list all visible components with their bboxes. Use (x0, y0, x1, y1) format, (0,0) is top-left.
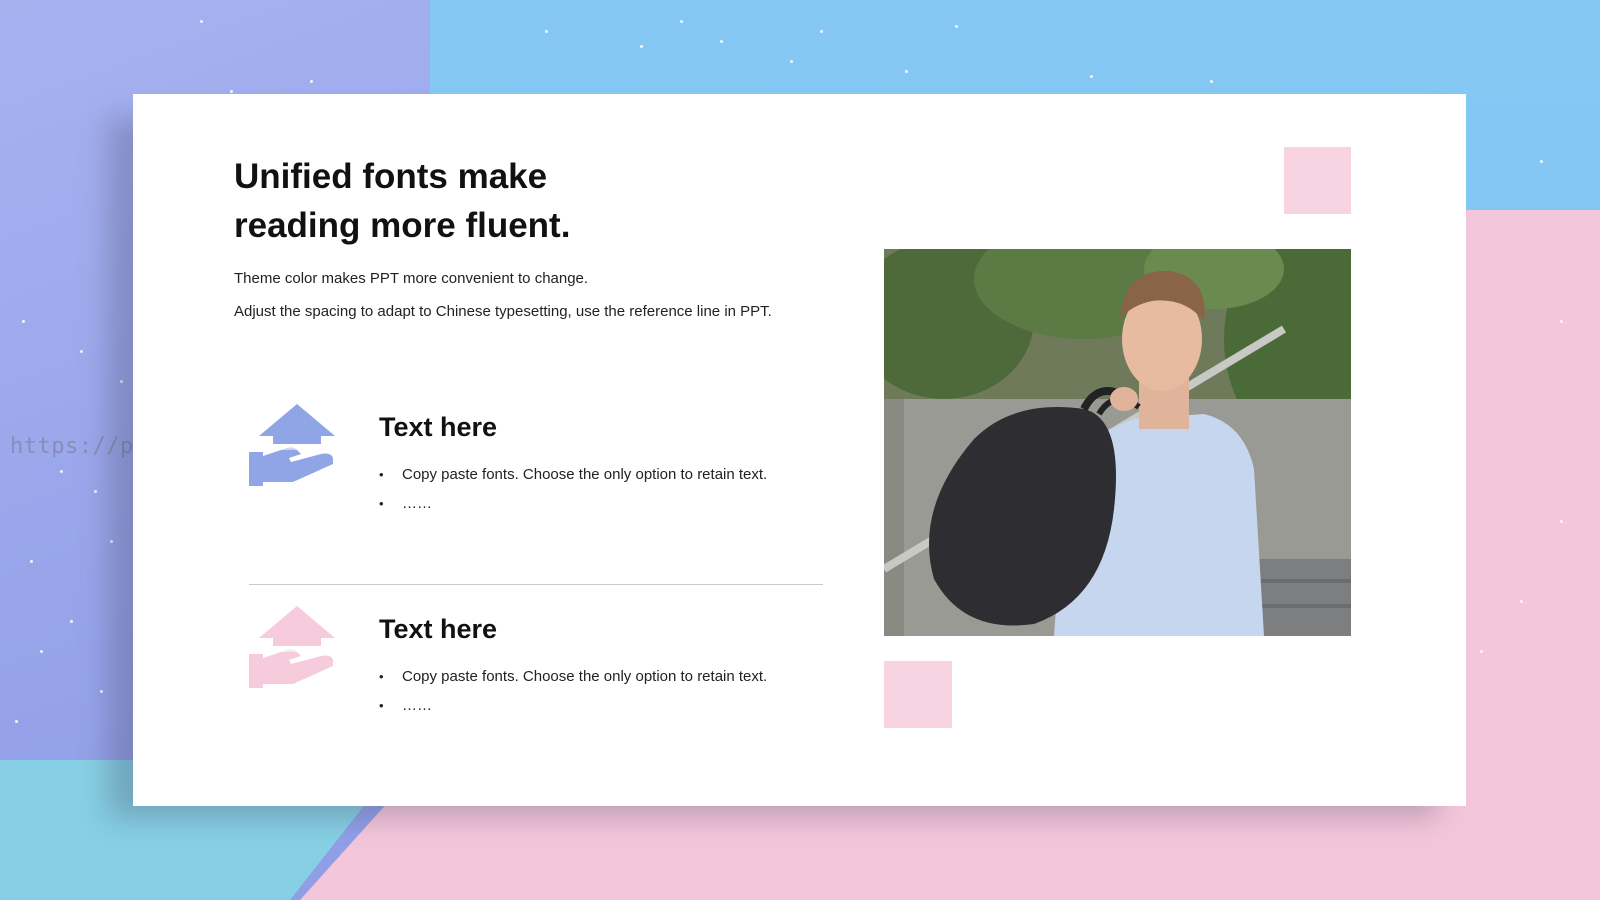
star-dot (1520, 600, 1523, 603)
divider (249, 584, 823, 585)
star-dot (100, 690, 103, 693)
star-dot (22, 320, 25, 323)
star-dot (310, 80, 313, 83)
star-dot (1210, 80, 1213, 83)
title-line-2: reading more fluent. (234, 206, 571, 245)
star-dot (70, 620, 73, 623)
star-dot (94, 490, 97, 493)
star-dot (230, 90, 233, 93)
decorative-pink-square (1284, 147, 1351, 214)
feature-heading: Text here (379, 614, 498, 644)
star-dot (1540, 160, 1543, 163)
star-dot (820, 30, 823, 33)
bullet-item: Copy paste fonts. Choose the only option… (379, 662, 789, 691)
bullet-item: …… (379, 489, 789, 518)
star-dot (40, 650, 43, 653)
star-dot (680, 20, 683, 23)
star-dot (1090, 75, 1093, 78)
body-text-line-2: Adjust the spacing to adapt to Chinese t… (234, 303, 772, 320)
feature-bullet-list: Copy paste fonts. Choose the only option… (379, 460, 789, 518)
body-text-line-1: Theme color makes PPT more convenient to… (234, 270, 589, 287)
title-line-1: Unified fonts make (234, 157, 548, 196)
hand-house-icon (249, 606, 335, 688)
star-dot (905, 70, 908, 73)
slide: Unified fonts make reading more fluent. … (133, 94, 1466, 806)
bullet-item: Copy paste fonts. Choose the only option… (379, 460, 789, 489)
star-dot (955, 25, 958, 28)
star-dot (1560, 320, 1563, 323)
slide-title: Unified fonts make reading more fluent. (234, 152, 834, 250)
feature-heading: Text here (379, 412, 498, 442)
photo-man-with-bag (884, 249, 1351, 636)
star-dot (15, 720, 18, 723)
star-dot (1560, 520, 1563, 523)
star-dot (1480, 650, 1483, 653)
hand-house-icon (249, 404, 335, 486)
star-dot (60, 470, 63, 473)
decorative-pink-square (884, 661, 952, 728)
star-dot (790, 60, 793, 63)
star-dot (30, 560, 33, 563)
star-dot (640, 45, 643, 48)
star-dot (720, 40, 723, 43)
star-dot (80, 350, 83, 353)
feature-bullet-list: Copy paste fonts. Choose the only option… (379, 662, 789, 720)
bullet-item: …… (379, 691, 789, 720)
star-dot (545, 30, 548, 33)
star-dot (200, 20, 203, 23)
